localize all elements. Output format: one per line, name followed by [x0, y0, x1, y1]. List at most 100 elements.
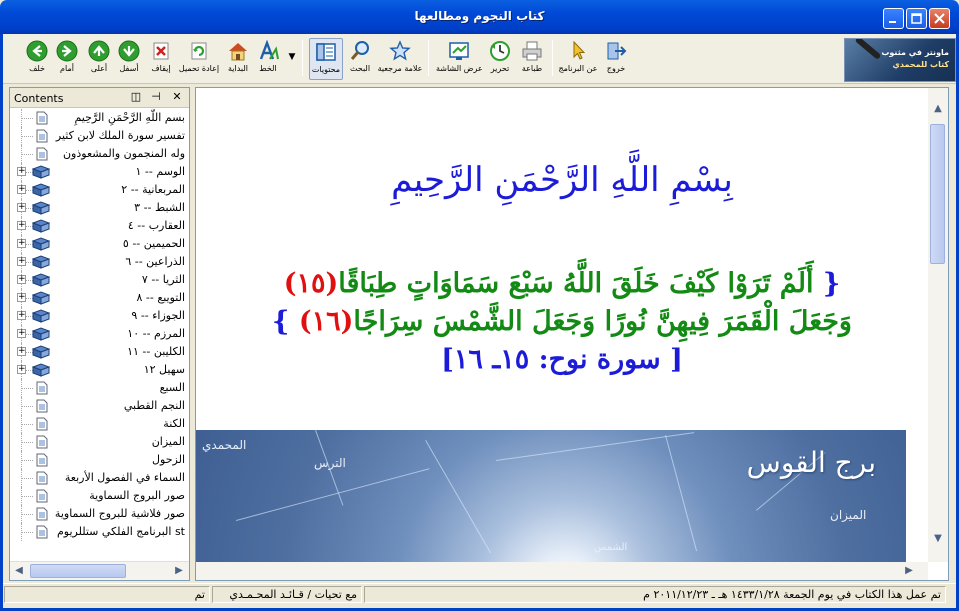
font-button[interactable]: الخط [254, 38, 282, 80]
toolbar-separator [302, 40, 303, 76]
tree-item-label: المرزم -- ١٠ [127, 327, 185, 340]
forward-button[interactable]: أمام [54, 38, 80, 80]
panel-float-icon[interactable]: ◫ [130, 91, 142, 103]
status-author: مع تحيات / قـائـد المحـمـدي [212, 586, 362, 603]
minimize-button[interactable] [883, 8, 904, 29]
expand-icon[interactable]: + [17, 311, 26, 320]
exit-button[interactable]: خروج [602, 38, 630, 80]
tree-item[interactable]: st البرنامج الفلكي ستللريوم [10, 523, 189, 541]
content-vertical-scrollbar[interactable]: ▲ ▼ [928, 88, 948, 562]
tree-item-label: المربعانية -- ٢ [121, 183, 185, 196]
scroll-right-icon[interactable]: ▶ [902, 564, 916, 578]
up-button[interactable]: أعلى [86, 38, 112, 80]
reload-button[interactable]: إعادة تحميل [178, 38, 220, 80]
back-button[interactable]: خلف [24, 38, 50, 80]
page-icon [36, 129, 48, 143]
bookmark-button[interactable]: علامة مرجعية [377, 38, 423, 80]
page-icon [36, 435, 48, 449]
tree-item[interactable]: صور البروج السماوية [10, 487, 189, 505]
about-button[interactable]: عن البرنامج [558, 38, 598, 80]
down-button[interactable]: أسفل [116, 38, 142, 80]
expand-icon[interactable]: + [17, 365, 26, 374]
expand-icon[interactable]: + [17, 185, 26, 194]
tree-item[interactable]: + العقارب -- ٤ [10, 217, 189, 235]
scroll-thumb[interactable] [930, 124, 945, 264]
tree-item[interactable]: الزحول [10, 451, 189, 469]
tree-item[interactable]: + الكليبن -- ١١ [10, 343, 189, 361]
search-button[interactable]: البحث [346, 38, 374, 80]
tree-item[interactable]: الميزان [10, 433, 189, 451]
contents-icon [316, 43, 336, 61]
tree-item[interactable]: + الحميمين -- ٥ [10, 235, 189, 253]
edit-icon [490, 41, 510, 61]
exit-label: خروج [606, 64, 626, 73]
tree-item[interactable]: النجم القطبي [10, 397, 189, 415]
stop-button[interactable]: إيقاف [148, 38, 174, 80]
tree-item[interactable]: السماء في الفصول الأربعة [10, 469, 189, 487]
tree-item[interactable]: صور فلاشية للبروج السماوية [10, 505, 189, 523]
expand-icon[interactable]: + [17, 221, 26, 230]
tree-item[interactable]: تفسير سورة الملك لابن كثير [10, 127, 189, 145]
tree-item[interactable]: بسم اللَّهِ الرَّحْمَنِ الرَّحِيمِ [10, 109, 189, 127]
tree-item[interactable]: + الذراعين -- ٦ [10, 253, 189, 271]
edit-label: تحرير [490, 64, 510, 73]
panel-pin-icon[interactable]: ⊣ [150, 91, 162, 103]
tree-item[interactable]: + الجوزاء -- ٩ [10, 307, 189, 325]
book-icon [32, 165, 50, 179]
expand-icon[interactable]: + [17, 275, 26, 284]
scroll-thumb[interactable] [30, 564, 126, 578]
font-label: الخط [259, 64, 277, 73]
verse-close-brace: } [272, 306, 290, 337]
tree-item[interactable]: وله المنجمون والمشعوذون [10, 145, 189, 163]
toolbar: خلف أمام أعلى أسفل إيقاف إعادة تحميل الب… [0, 34, 959, 84]
maximize-button[interactable] [906, 8, 927, 29]
tree-item[interactable]: السبع [10, 379, 189, 397]
title-bar[interactable]: كتاب النجوم ومطالعها [0, 0, 959, 34]
expand-icon[interactable]: + [17, 203, 26, 212]
chevron-down-icon: ▼ [288, 52, 296, 62]
exit-icon [607, 42, 627, 60]
contents-button[interactable]: محتويات [309, 38, 343, 80]
screen-view-button[interactable]: عرض الشاشة [436, 38, 483, 80]
scroll-up-icon[interactable]: ▲ [931, 102, 945, 116]
page-icon [36, 507, 48, 521]
home-button[interactable]: البداية [224, 38, 252, 80]
verse-open-brace: { [822, 268, 841, 299]
tree-item[interactable]: الكنة [10, 415, 189, 433]
tree-item[interactable]: + الشبط -- ٣ [10, 199, 189, 217]
tree-item[interactable]: + التويبع -- ٨ [10, 289, 189, 307]
toolbar-separator [552, 40, 553, 76]
scroll-right-icon[interactable]: ▶ [172, 564, 186, 578]
verse-line-1: { أَلَمْ تَرَوْا كَيْفَ خَلَقَ اللَّهُ س… [196, 268, 928, 299]
book-icon [32, 273, 50, 287]
tree-item[interactable]: + سهيل ١٢ [10, 361, 189, 379]
up-label: أعلى [90, 64, 108, 73]
stop-label: إيقاف [151, 64, 171, 73]
tree-item[interactable]: + المرزم -- ١٠ [10, 325, 189, 343]
window-title: كتاب النجوم ومطالعها [414, 9, 545, 23]
scroll-left-icon[interactable]: ◀ [12, 564, 26, 578]
expand-icon[interactable]: + [17, 167, 26, 176]
close-button[interactable] [929, 8, 950, 29]
expand-icon[interactable]: + [17, 239, 26, 248]
tree-item[interactable]: + المربعانية -- ٢ [10, 181, 189, 199]
contents-horizontal-scrollbar[interactable]: ◀ ▶ [10, 561, 189, 580]
status-done: تم [4, 586, 210, 603]
book-icon [32, 327, 50, 341]
tree-item[interactable]: + الوسم -- ١ [10, 163, 189, 181]
print-button[interactable]: طباعة [518, 38, 546, 80]
expand-icon[interactable]: + [17, 347, 26, 356]
contents-tree[interactable]: بسم اللَّهِ الرَّحْمَنِ الرَّحِيمِ تفسير … [10, 109, 189, 561]
page-icon [36, 111, 48, 125]
expand-icon[interactable]: + [17, 329, 26, 338]
scroll-down-icon[interactable]: ▼ [931, 532, 945, 546]
expand-icon[interactable]: + [17, 293, 26, 302]
edit-button[interactable]: تحرير [486, 38, 514, 80]
content-pane: بِسْمِ اللَّهِ الرَّحْمَنِ الرَّحِيمِ { … [195, 87, 949, 581]
content-horizontal-scrollbar[interactable]: ▶ [196, 562, 928, 580]
panel-close-icon[interactable]: ✕ [171, 91, 183, 103]
expand-icon[interactable]: + [17, 257, 26, 266]
tree-item-label: الكنة [163, 417, 185, 430]
image-turs-label: الترس [314, 456, 346, 470]
tree-item[interactable]: + الثريا -- ٧ [10, 271, 189, 289]
